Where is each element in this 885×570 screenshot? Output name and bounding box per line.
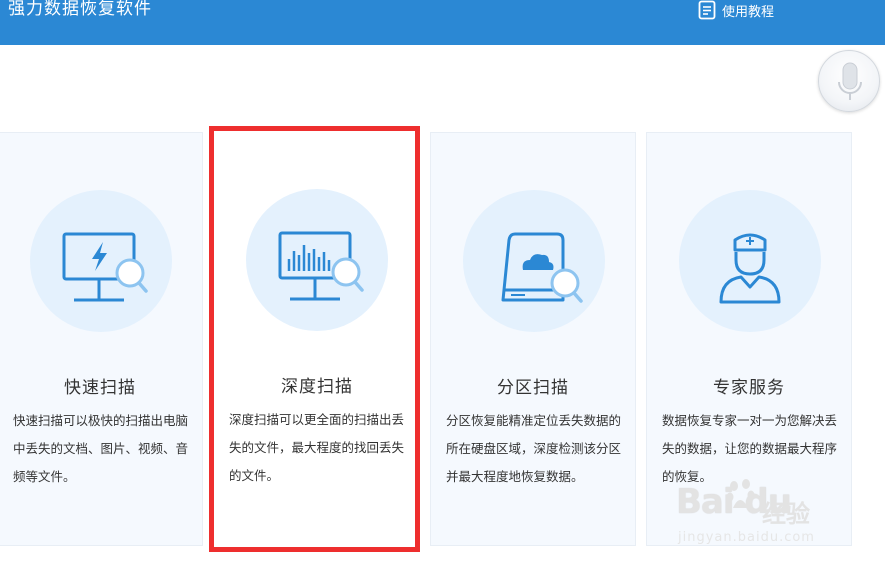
microphone-icon (838, 62, 862, 100)
document-icon (698, 0, 716, 20)
monitor-lightning-search-icon (62, 232, 148, 302)
partition-scan-icon-circle (463, 190, 605, 332)
quick-scan-description: 快速扫描可以极快的扫描出电脑中丢失的文档、图片、视频、音频等文件。 (13, 413, 189, 484)
partition-scan-card[interactable]: 分区扫描 分区恢复能精准定位丢失数据的所在硬盘区域，深度检测该分区并最大程度地恢… (430, 132, 636, 546)
expert-service-icon-circle (679, 190, 821, 332)
quick-scan-icon-circle (30, 190, 172, 332)
quick-scan-title: 快速扫描 (64, 378, 136, 398)
app-title: 强力数据恢复软件 (8, 0, 152, 19)
tutorial-button[interactable]: 使用教程 (698, 0, 774, 20)
partition-scan-title: 分区扫描 (497, 378, 569, 398)
expert-service-card[interactable]: 专家服务 数据恢复专家一对一为您解决丢失的数据，让您的数据最大程序的恢复。 (646, 132, 852, 546)
tutorial-label: 使用教程 (722, 4, 775, 20)
quick-scan-card[interactable]: 快速扫描 快速扫描可以极快的扫描出电脑中丢失的文档、图片、视频、音频等文件。 (0, 132, 203, 546)
expert-service-description: 数据恢复专家一对一为您解决丢失的数据，让您的数据最大程序的恢复。 (662, 413, 838, 484)
deep-scan-title: 深度扫描 (281, 377, 353, 397)
voice-input-button[interactable] (818, 50, 880, 112)
monitor-chart-search-icon (278, 231, 364, 301)
partition-scan-description: 分区恢复能精准定位丢失数据的所在硬盘区域，深度检测该分区并最大程度地恢复数据。 (446, 413, 622, 484)
deep-scan-card[interactable]: 深度扫描 深度扫描可以更全面的扫描出丢失的文件，最大程度的找回丢失的文件。 (214, 132, 420, 546)
doctor-icon (719, 233, 781, 304)
disk-cloud-search-icon (501, 232, 583, 303)
deep-scan-description: 深度扫描可以更全面的扫描出丢失的文件，最大程度的找回丢失的文件。 (229, 412, 405, 483)
title-bar: 强力数据恢复软件 使用教程 (0, 0, 885, 45)
expert-service-title: 专家服务 (713, 378, 785, 398)
app-window: 强力数据恢复软件 使用教程 快速扫描 快速扫描可以极快的扫描出电脑中丢失的文档、… (0, 0, 885, 570)
deep-scan-icon-circle (246, 189, 388, 331)
